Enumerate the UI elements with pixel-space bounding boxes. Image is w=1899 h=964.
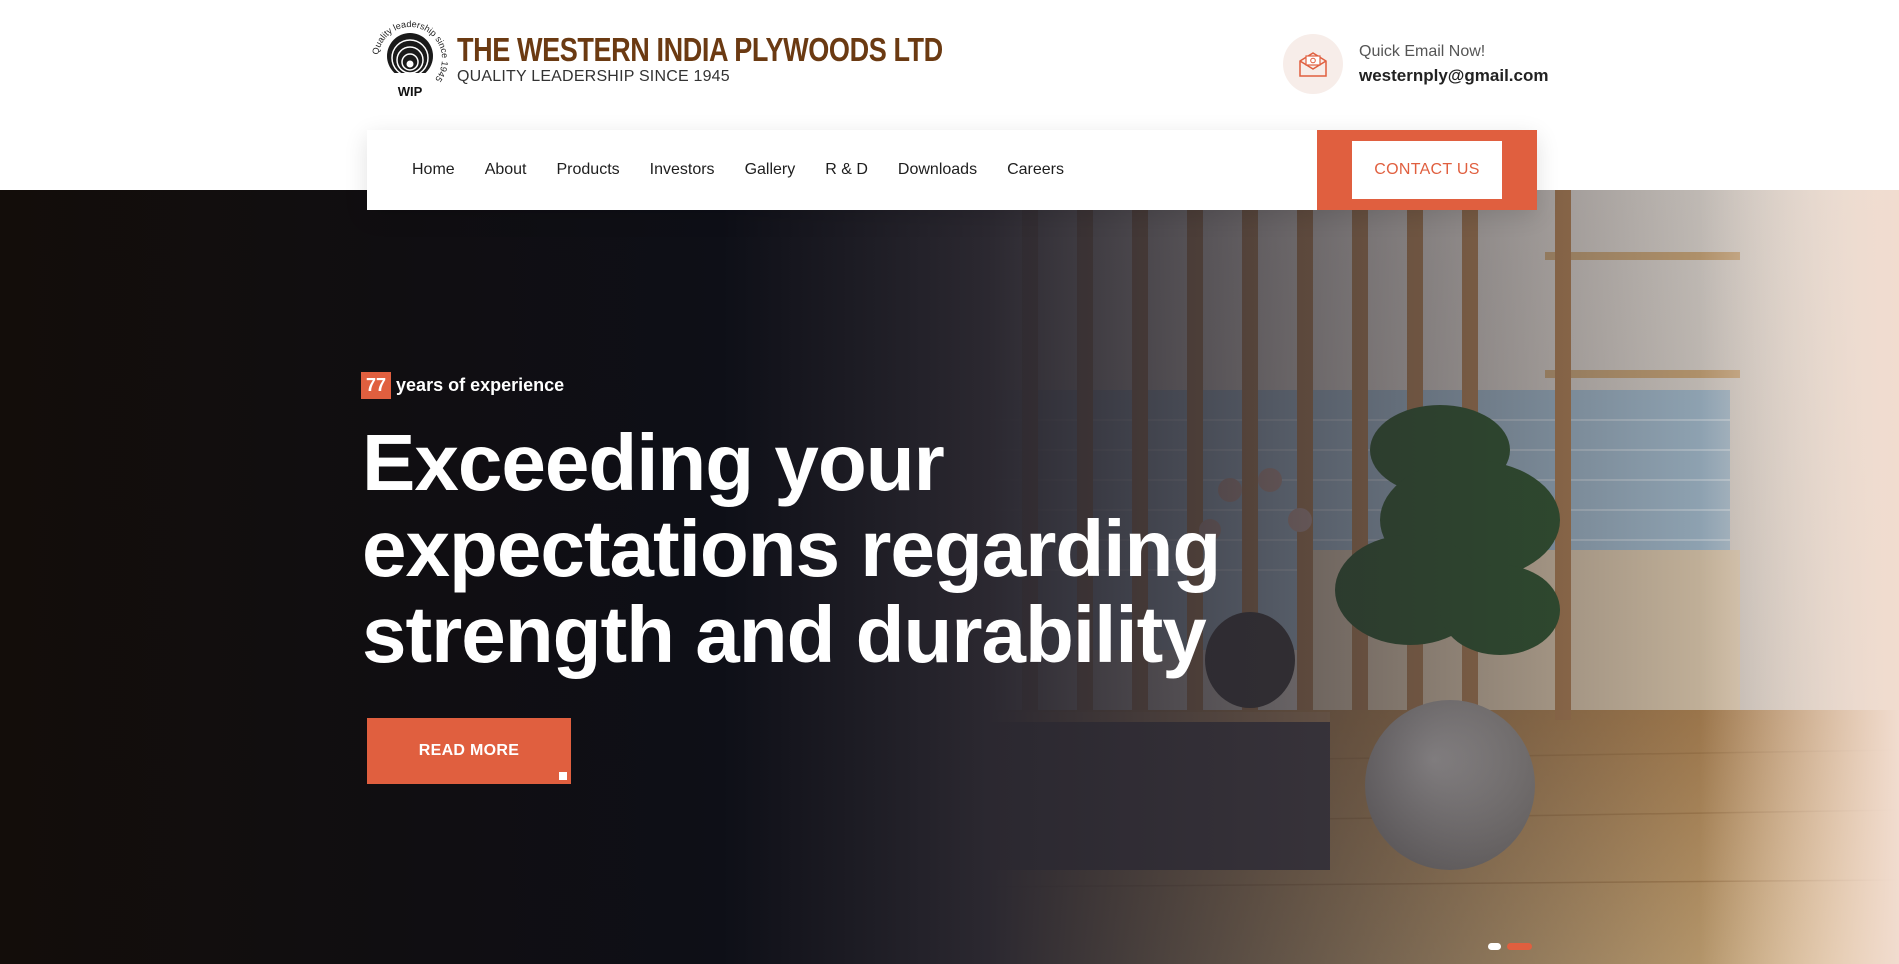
hero-banner: 77 years of experience Exceeding your ex…: [0, 190, 1899, 964]
nav-products[interactable]: Products: [557, 161, 620, 179]
nav-home[interactable]: Home: [412, 161, 455, 179]
wip-logo-icon: Quality leadership since 1945 WIP: [369, 18, 451, 100]
nav-about[interactable]: About: [485, 161, 527, 179]
nav-careers[interactable]: Careers: [1007, 161, 1064, 179]
corner-square-icon: [559, 772, 567, 780]
nav-gallery[interactable]: Gallery: [745, 161, 796, 179]
slide-dot-1[interactable]: [1488, 943, 1501, 950]
years-text: years of experience: [396, 375, 565, 395]
nav-downloads[interactable]: Downloads: [898, 161, 977, 179]
headline-line-1: Exceeding your: [362, 418, 945, 507]
hero-headline: Exceeding your expectations regarding st…: [362, 420, 1262, 678]
headline-line-3: strength and durability: [362, 590, 1207, 679]
contact-us-button[interactable]: CONTACT US: [1352, 141, 1502, 199]
svg-text:WIP: WIP: [398, 84, 423, 99]
contact-zone: CONTACT US: [1317, 130, 1537, 210]
main-nav: Home About Products Investors Gallery R …: [367, 130, 1537, 210]
nav-investors[interactable]: Investors: [650, 161, 715, 179]
envelope-icon: [1283, 34, 1343, 94]
slider-dots: [1488, 943, 1538, 950]
slide-dot-2[interactable]: [1507, 943, 1532, 950]
experience-line: 77 years of experience: [361, 372, 564, 399]
logo[interactable]: Quality leadership since 1945 WIP THE WE…: [369, 18, 1049, 100]
headline-line-2: expectations regarding: [362, 504, 1221, 593]
quick-email[interactable]: Quick Email Now! westernply@gmail.com: [1283, 34, 1548, 94]
read-more-label: READ MORE: [418, 742, 520, 759]
nav-r-and-d[interactable]: R & D: [825, 161, 868, 179]
read-more-button[interactable]: READ MORE: [367, 718, 571, 784]
brand-title: THE WESTERN INDIA PLYWOODS LTD: [457, 31, 943, 68]
years-badge: 77: [361, 372, 392, 399]
email-label: Quick Email Now!: [1359, 42, 1486, 60]
email-link[interactable]: westernply@gmail.com: [1359, 66, 1548, 86]
brand-subtitle: QUALITY LEADERSHIP SINCE 1945: [457, 68, 730, 85]
